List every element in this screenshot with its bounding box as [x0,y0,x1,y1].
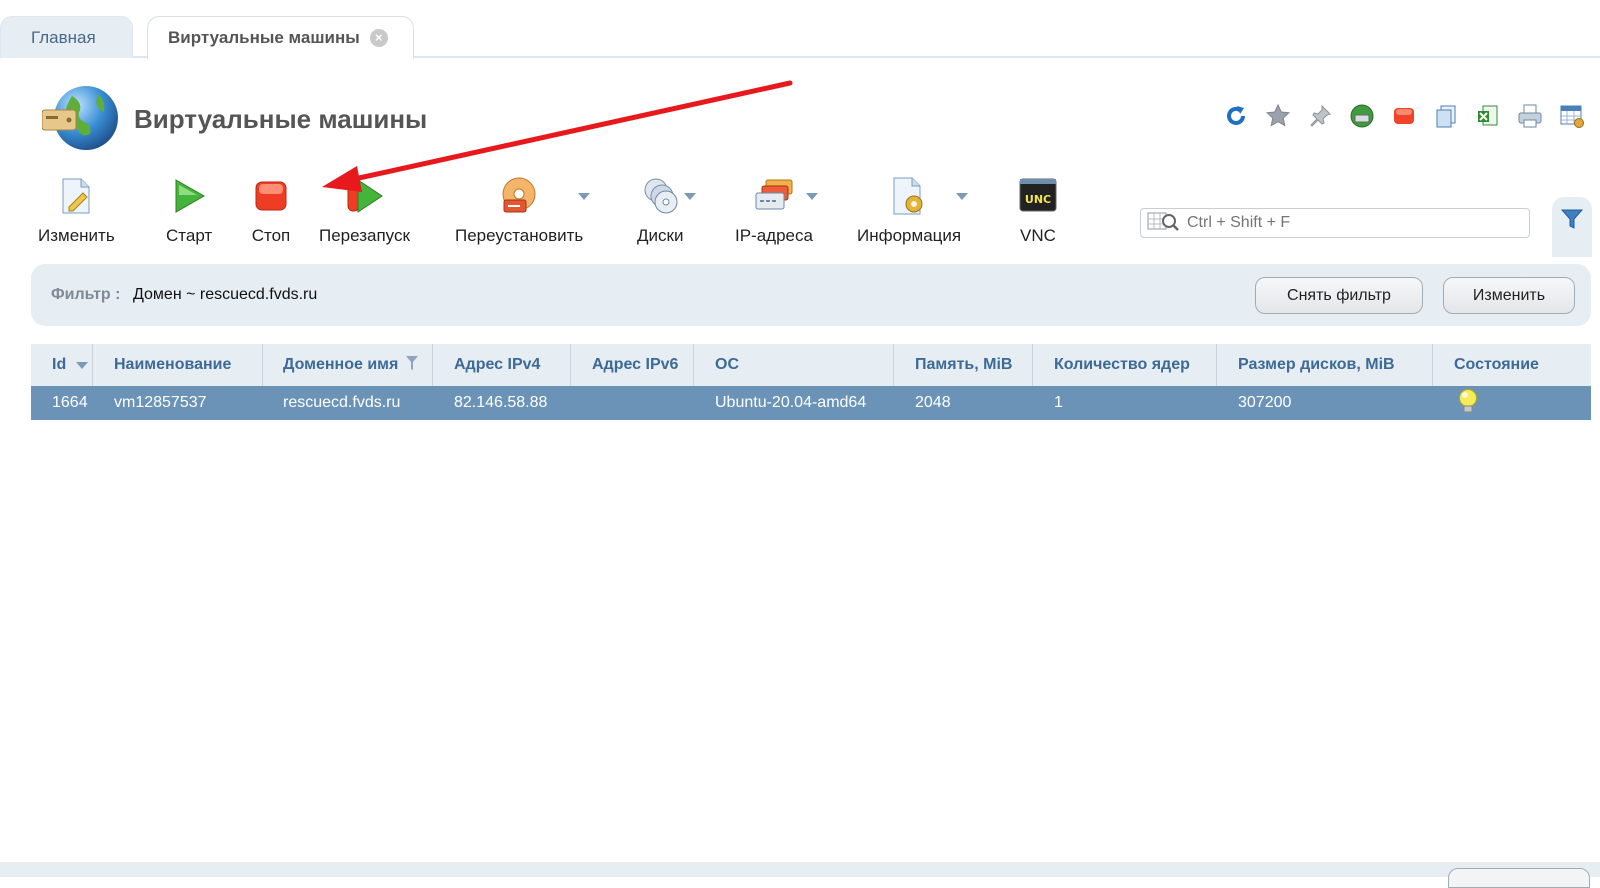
disks-button[interactable]: Диски [637,176,683,246]
disks-icon [640,176,680,216]
tab-vm-label: Виртуальные машины [168,27,360,47]
excel-icon[interactable] [1474,102,1502,130]
info-dropdown-caret[interactable] [956,193,968,200]
stop-label: Стоп [251,226,291,245]
column-filter-icon [406,355,419,375]
restart-label: Перезапуск [319,226,410,245]
reinstall-label: Переустановить [455,226,584,245]
cell-name: vm12857537 [114,394,207,411]
star-icon[interactable] [1264,102,1292,130]
cell-disk-size: 307200 [1238,394,1292,411]
ip-addresses-button[interactable]: IP-адреса [735,176,813,246]
footer-button[interactable] [1448,868,1590,888]
tab-bar: Главная Виртуальные машины × [0,0,1600,60]
page-title: Виртуальные машины [134,104,428,134]
tab-home-label: Главная [31,27,96,47]
filter-toggle-button[interactable] [1552,197,1592,257]
info-label: Информация [857,226,962,245]
disks-dropdown-caret[interactable] [684,193,696,200]
vnc-monitor-icon: UNC [1018,176,1058,216]
svg-text:UNC: UNC [1025,193,1051,206]
column-header-ipv6[interactable]: Адрес IPv6 [571,344,694,386]
stop-square-icon [251,176,291,216]
copy-icon[interactable] [1432,102,1460,130]
network-globe-icon[interactable] [1348,102,1376,130]
column-header-name[interactable]: Наименование [93,344,263,386]
lightbulb-icon [1457,388,1479,419]
table-header: Id Наименование Доменное имя Адрес IPv4 … [31,344,1591,386]
ip-dropdown-caret[interactable] [806,193,818,200]
filter-value: Домен ~ rescuecd.fvds.ru [133,286,318,303]
tab-home[interactable]: Главная [0,16,133,58]
edit-label: Изменить [38,226,115,245]
globe-server-icon [41,82,122,154]
column-header-disk-size[interactable]: Размер дисков, MiB [1217,344,1433,386]
stop-button[interactable]: Стоп [251,176,291,246]
edit-filter-button[interactable]: Изменить [1443,277,1575,314]
network-cards-icon [754,176,794,216]
column-header-memory[interactable]: Память, MiB [894,344,1033,386]
disks-label: Диски [637,226,684,245]
filter-label: Фильтр : [51,286,121,303]
print-icon[interactable] [1516,102,1544,130]
footer-bar [0,862,1600,877]
stop-icon[interactable] [1390,102,1418,130]
vnc-label: VNC [1020,226,1056,245]
start-button[interactable]: Старт [166,176,212,246]
filter-bar: Фильтр : Домен ~ rescuecd.fvds.ru Снять … [31,264,1591,326]
edit-button[interactable]: Изменить [38,176,115,246]
table-row[interactable]: 1664 vm12857537 rescuecd.fvds.ru 82.146.… [31,386,1591,420]
search-box [1140,208,1530,238]
table-settings-icon[interactable] [1558,102,1586,130]
reinstall-dropdown-caret[interactable] [578,193,590,200]
pin-icon[interactable] [1306,102,1334,130]
funnel-icon [1560,207,1584,236]
vnc-button[interactable]: UNC VNC [1018,176,1058,246]
play-icon [169,176,209,216]
column-header-state[interactable]: Состояние [1433,344,1591,386]
info-document-gear-icon [889,176,929,216]
main-toolbar: Изменить Старт Стоп Перезапуск Переустан… [0,176,1110,246]
column-header-id[interactable]: Id [31,344,93,386]
restart-icon [344,176,384,216]
cell-id: 1664 [52,394,88,411]
search-input[interactable] [1187,214,1527,232]
ip-addresses-label: IP-адреса [735,226,813,245]
restart-button[interactable]: Перезапуск [319,176,410,246]
close-icon[interactable]: × [369,28,388,47]
header-tools [1222,102,1586,130]
cell-ipv4: 82.146.58.88 [454,394,548,411]
clear-filter-button[interactable]: Снять фильтр [1255,277,1423,314]
search-icon [1147,210,1181,237]
cell-memory: 2048 [915,394,951,411]
edit-document-icon [56,176,96,216]
tab-virtual-machines[interactable]: Виртуальные машины × [147,16,414,60]
cell-state [1457,386,1479,420]
sort-desc-icon [76,361,89,369]
column-header-domain[interactable]: Доменное имя [263,344,433,386]
info-button[interactable]: Информация [857,176,961,246]
reinstall-disc-icon [499,176,539,216]
start-label: Старт [166,226,213,245]
vm-table: Id Наименование Доменное имя Адрес IPv4 … [31,344,1591,420]
refresh-icon[interactable] [1222,102,1250,130]
column-header-os[interactable]: ОС [694,344,894,386]
column-header-ipv4[interactable]: Адрес IPv4 [433,344,571,386]
reinstall-button[interactable]: Переустановить [455,176,583,246]
cell-domain: rescuecd.fvds.ru [283,394,401,411]
cell-cores: 1 [1054,394,1063,411]
column-header-cores[interactable]: Количество ядер [1033,344,1217,386]
cell-os: Ubuntu-20.04-amd64 [715,394,867,411]
